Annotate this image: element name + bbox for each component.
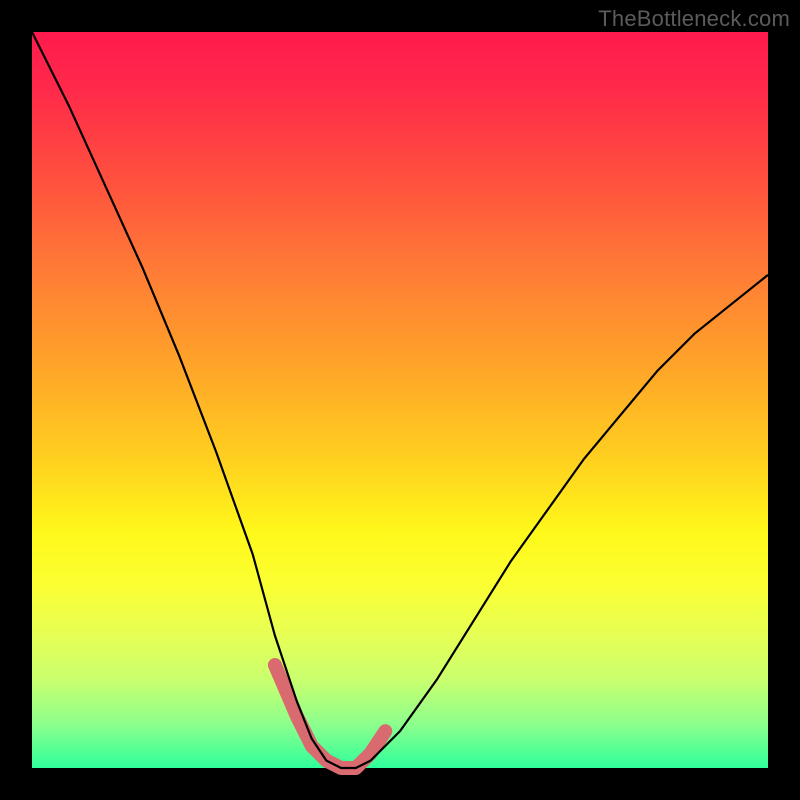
watermark-text: TheBottleneck.com [598,6,790,32]
plot-area [32,32,768,768]
valley-highlight [275,665,385,768]
curve-svg [32,32,768,768]
chart-stage: TheBottleneck.com [0,0,800,800]
bottleneck-curve [32,32,768,768]
